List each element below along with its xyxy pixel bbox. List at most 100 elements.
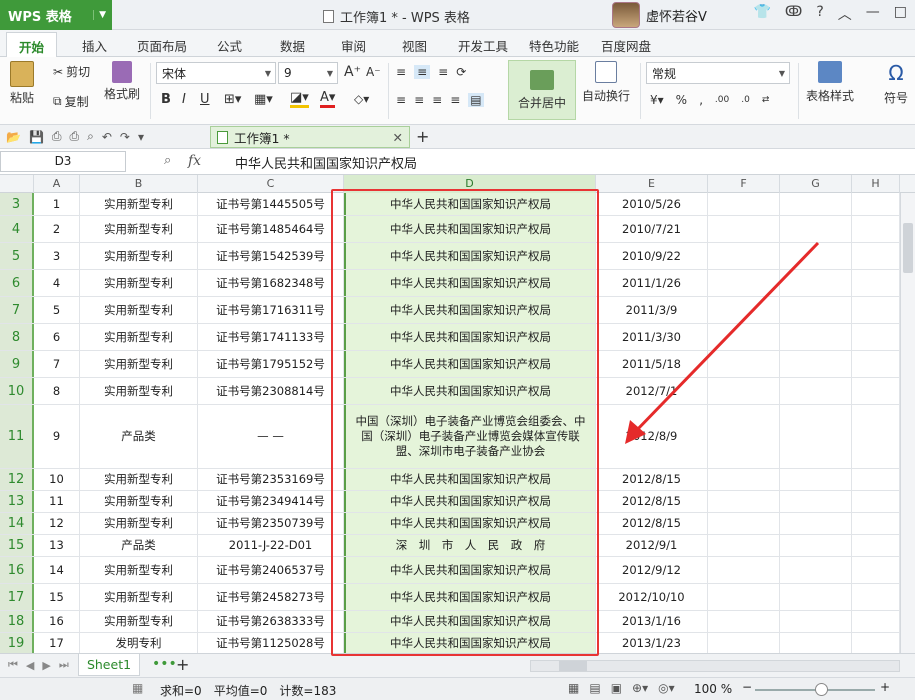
cell-h[interactable] (852, 324, 900, 350)
cell-a[interactable]: 6 (34, 324, 80, 350)
cell-c[interactable]: 证书号第2308814号 (198, 378, 344, 404)
cell-e[interactable]: 2013/1/23 (596, 633, 708, 653)
cell-e[interactable]: 2012/8/15 (596, 513, 708, 534)
sheet-tab-sheet1[interactable]: Sheet1 (78, 654, 140, 676)
cell-g[interactable] (780, 405, 852, 468)
cell-h[interactable] (852, 351, 900, 377)
cell-b[interactable]: 实用新型专利 (80, 270, 198, 296)
cell-a[interactable]: 4 (34, 270, 80, 296)
column-header-f[interactable]: F (708, 175, 780, 193)
cell-c[interactable]: 证书号第2350739号 (198, 513, 344, 534)
cell-a[interactable]: 12 (34, 513, 80, 534)
cell-h[interactable] (852, 469, 900, 490)
cell-d[interactable]: 中华人民共和国国家知识产权局 (344, 324, 596, 350)
page-break-view-icon[interactable]: ▣ (611, 681, 622, 695)
column-header-g[interactable]: G (780, 175, 852, 193)
column-header-d[interactable]: D (344, 175, 596, 193)
app-menu-button[interactable]: WPS 表格 ▼ (0, 0, 112, 30)
wrap-text-button[interactable]: 自动换行 (582, 61, 630, 104)
bold-button[interactable]: B (161, 92, 171, 107)
cell-a[interactable]: 11 (34, 491, 80, 512)
cell-h[interactable] (852, 193, 900, 215)
cell-f[interactable] (708, 270, 780, 296)
cell-h[interactable] (852, 378, 900, 404)
cell-h[interactable] (852, 270, 900, 296)
cell-e[interactable]: 2010/7/21 (596, 216, 708, 242)
cell-a[interactable]: 7 (34, 351, 80, 377)
cell-b[interactable]: 实用新型专利 (80, 243, 198, 269)
decrease-font-icon[interactable]: A⁻ (366, 65, 381, 79)
next-sheet-icon[interactable]: ▶ (42, 659, 50, 672)
cell-e[interactable]: 2011/1/26 (596, 270, 708, 296)
help-icon[interactable]: ? (816, 4, 823, 24)
column-header-a[interactable]: A (34, 175, 80, 193)
customize-icon[interactable]: ▾ (138, 130, 144, 144)
shirt-icon[interactable]: 👕 (753, 4, 770, 24)
cell-d[interactable]: 中华人民共和国国家知识产权局 (344, 611, 596, 632)
cell-a[interactable]: 16 (34, 611, 80, 632)
distributed-icon[interactable]: ▤ (468, 93, 484, 107)
cell-f[interactable] (708, 535, 780, 556)
cell-b[interactable]: 实用新型专利 (80, 324, 198, 350)
redo-icon[interactable]: ↷ (120, 130, 130, 144)
row-header[interactable]: 13 (0, 491, 34, 512)
row-header[interactable]: 6 (0, 270, 34, 296)
cell-e[interactable]: 2011/3/30 (596, 324, 708, 350)
horizontal-scroll-thumb[interactable] (559, 661, 587, 671)
fill-color-icon[interactable]: ◪▾ (290, 90, 309, 108)
cell-a[interactable]: 13 (34, 535, 80, 556)
cell-d[interactable]: 中华人民共和国国家知识产权局 (344, 216, 596, 242)
cell-c[interactable]: 证书号第1542539号 (198, 243, 344, 269)
borders-icon[interactable]: ⊞▾ (224, 92, 241, 107)
cell-f[interactable] (708, 324, 780, 350)
cell-d[interactable]: 中国（深圳）电子装备产业博览会组委会、中国（深圳）电子装备产业博览会媒体宣传联盟… (344, 405, 596, 468)
cell-c[interactable]: 证书号第1485464号 (198, 216, 344, 242)
cell-f[interactable] (708, 297, 780, 323)
cell-d[interactable]: 中华人民共和国国家知识产权局 (344, 378, 596, 404)
cell-a[interactable]: 14 (34, 557, 80, 583)
convert-icon[interactable]: ⇄ (762, 95, 770, 105)
italic-button[interactable]: I (182, 92, 186, 107)
row-header[interactable]: 10 (0, 378, 34, 404)
cell-h[interactable] (852, 297, 900, 323)
cell-f[interactable] (708, 405, 780, 468)
column-header-c[interactable]: C (198, 175, 344, 193)
cell-e[interactable]: 2012/8/15 (596, 469, 708, 490)
print-icon[interactable]: ⎙ (70, 129, 80, 144)
cell-c[interactable]: 证书号第1795152号 (198, 351, 344, 377)
close-icon[interactable]: ✕ (393, 130, 403, 145)
cell-f[interactable] (708, 216, 780, 242)
cell-d[interactable]: 中华人民共和国国家知识产权局 (344, 243, 596, 269)
cell-b[interactable]: 发明专利 (80, 633, 198, 653)
table-style-button[interactable]: 表格样式 (806, 61, 854, 104)
tab-review[interactable]: 审阅 (341, 36, 366, 55)
cell-g[interactable] (780, 243, 852, 269)
cell-g[interactable] (780, 297, 852, 323)
cell-d[interactable]: 中华人民共和国国家知识产权局 (344, 513, 596, 534)
cell-b[interactable]: 实用新型专利 (80, 611, 198, 632)
cell-d[interactable]: 中华人民共和国国家知识产权局 (344, 633, 596, 653)
cell-d[interactable]: 中华人民共和国国家知识产权局 (344, 270, 596, 296)
cell-h[interactable] (852, 405, 900, 468)
document-tab[interactable]: 工作簿1 * ✕ (210, 126, 410, 148)
cell-f[interactable] (708, 611, 780, 632)
select-all-corner[interactable] (0, 175, 34, 193)
cut-button[interactable]: ✂ 剪切 (53, 63, 90, 80)
cell-g[interactable] (780, 351, 852, 377)
cell-b[interactable]: 实用新型专利 (80, 351, 198, 377)
row-header[interactable]: 18 (0, 611, 34, 632)
cell-h[interactable] (852, 557, 900, 583)
cell-c[interactable]: 证书号第2349414号 (198, 491, 344, 512)
copy-button[interactable]: ⧉ 复制 (53, 93, 89, 110)
cell-f[interactable] (708, 584, 780, 610)
font-name-select[interactable]: 宋体 ▼ (156, 62, 276, 84)
tab-formulas[interactable]: 公式 (217, 36, 242, 55)
cell-c[interactable]: 证书号第2353169号 (198, 469, 344, 490)
align-top-icon[interactable]: ≡ (396, 65, 406, 79)
increase-font-icon[interactable]: A⁺ (344, 64, 361, 80)
cell-e[interactable]: 2010/5/26 (596, 193, 708, 215)
maximize-icon[interactable]: □ (894, 4, 907, 24)
cell-f[interactable] (708, 513, 780, 534)
cell-b[interactable]: 实用新型专利 (80, 469, 198, 490)
name-box[interactable]: D3 (0, 151, 126, 172)
